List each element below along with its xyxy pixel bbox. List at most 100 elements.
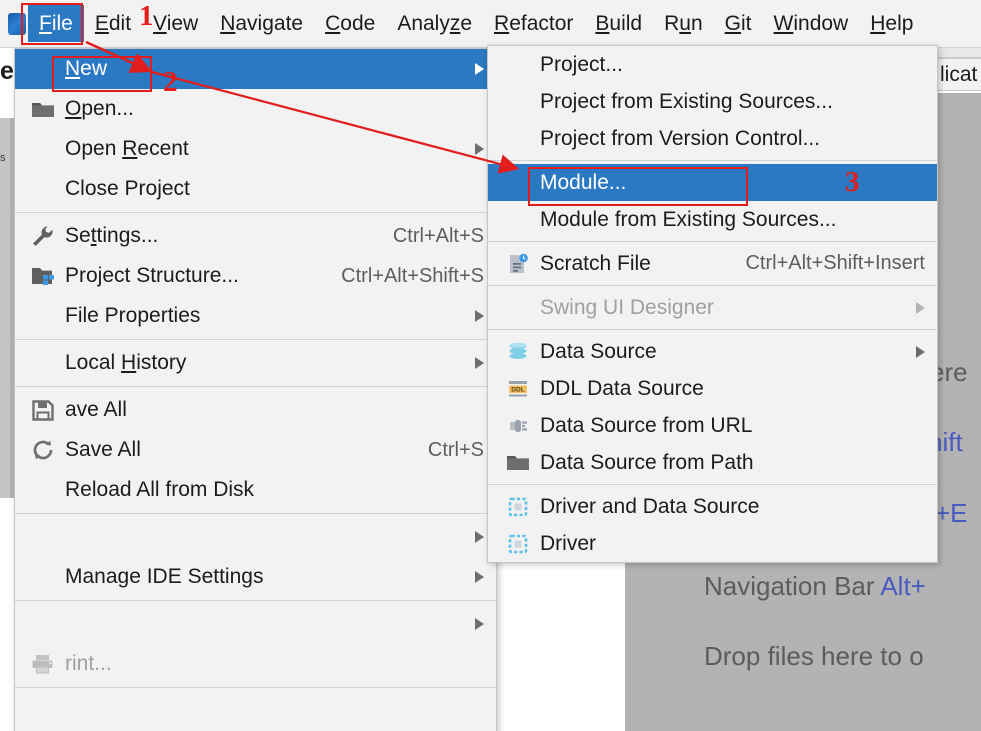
menu-item-reload-all-from-disk[interactable]: Save All Ctrl+S xyxy=(15,430,496,470)
menu-item-new-projects-settings[interactable]: Manage IDE Settings xyxy=(15,557,496,597)
submenu-item-project[interactable]: Project... xyxy=(488,46,937,83)
menu-separator xyxy=(15,600,496,601)
submenu-item-data-source-from-path-label: Data Source from Path xyxy=(540,450,754,474)
menu-item-invalidate-caches[interactable]: Reload All from Disk xyxy=(15,470,496,510)
submenu-item-project-from-version-control[interactable]: Project from Version Control... xyxy=(488,120,937,157)
menu-item-file-properties-icon xyxy=(29,304,57,328)
menubar-item-help-mnemonic: H xyxy=(870,11,886,35)
menu-item-new-icon xyxy=(29,57,57,81)
menubar-item-code[interactable]: Code xyxy=(314,5,386,42)
menu-separator xyxy=(488,160,937,161)
menu-item-local-history-icon xyxy=(29,351,57,375)
ddl-icon: DDL xyxy=(504,377,532,401)
menubar-item-window[interactable]: Window xyxy=(763,5,860,42)
chevron-right-icon xyxy=(475,531,484,543)
app-window: er s licat ere hift +E Navigation Bar Al… xyxy=(0,0,981,731)
menubar-item-run[interactable]: Run xyxy=(653,5,714,42)
menubar-item-build[interactable]: Build xyxy=(584,5,653,42)
menubar-item-file-mnemonic: F xyxy=(39,11,52,35)
submenu-item-driver-and-data-source-label: Driver and Data Source xyxy=(540,494,760,518)
menu-item-local-history-label: Local History xyxy=(65,351,187,374)
background-hint-navigation-bar: Navigation Bar Alt+ xyxy=(704,571,926,602)
menubar-item-edit-mnemonic: E xyxy=(94,11,109,35)
submenu-item-data-source-from-path[interactable]: Data Source from Path xyxy=(488,444,937,481)
menubar-item-navigate-mnemonic: N xyxy=(220,11,236,35)
menubar-item-refactor[interactable]: Refactor xyxy=(483,5,584,42)
menu-item-settings[interactable]: Settings... Ctrl+Alt+S xyxy=(15,216,496,256)
menu-item-manage-ide-settings-icon xyxy=(29,525,57,549)
file-menu-popup: New Open... Open Recent Close Project Se… xyxy=(14,48,497,731)
menu-item-open-recent-icon xyxy=(29,137,57,161)
submenu-item-module-icon xyxy=(504,171,532,195)
menu-item-project-structure[interactable]: Project Structure... Ctrl+Alt+Shift+S xyxy=(15,256,496,296)
svg-text:DDL: DDL xyxy=(511,386,525,393)
submenu-item-project-from-existing-sources-label: Project from Existing Sources... xyxy=(540,89,833,113)
menu-item-export-icon xyxy=(29,612,57,636)
background-hint-navigation-bar-shortcut: Alt+ xyxy=(874,571,926,601)
menu-item-local-history[interactable]: Local History xyxy=(15,343,496,383)
folder-icon xyxy=(504,451,532,475)
submenu-item-driver[interactable]: Driver xyxy=(488,525,937,562)
menu-item-new-projects-settings-label: Manage IDE Settings xyxy=(65,565,264,588)
new-submenu-popup: Project... Project from Existing Sources… xyxy=(487,45,938,563)
menu-item-new[interactable]: New xyxy=(15,49,496,89)
menu-item-power-save-mode-icon xyxy=(29,699,57,723)
menu-separator xyxy=(15,513,496,514)
chevron-right-icon xyxy=(916,345,925,358)
submenu-item-scratch-file[interactable]: Scratch File Ctrl+Alt+Shift+Insert xyxy=(488,245,937,282)
submenu-item-module[interactable]: Module... xyxy=(488,164,937,201)
submenu-item-project-from-version-control-label: Project from Version Control... xyxy=(540,126,821,150)
chevron-right-icon xyxy=(475,63,484,75)
menu-item-close-project[interactable]: Close Project xyxy=(15,169,496,209)
menu-item-file-properties[interactable]: File Properties xyxy=(15,296,496,336)
chevron-right-icon xyxy=(475,618,484,630)
menubar-item-analyze-mnemonic: z xyxy=(449,11,461,35)
menu-item-close-project-icon xyxy=(29,177,57,201)
menubar-item-edit[interactable]: Edit xyxy=(84,5,142,42)
menu-item-open-recent-mnemonic: R xyxy=(122,137,138,160)
menubar-item-navigate[interactable]: Navigate xyxy=(209,5,314,42)
submenu-item-driver-and-data-source[interactable]: Driver and Data Source xyxy=(488,488,937,525)
chevron-right-icon xyxy=(475,143,484,155)
menu-item-export[interactable] xyxy=(15,604,496,644)
menu-item-local-history-mnemonic: H xyxy=(121,351,137,374)
submenu-item-project-from-existing-sources[interactable]: Project from Existing Sources... xyxy=(488,83,937,120)
menu-item-power-save-mode[interactable] xyxy=(15,691,496,731)
menubar-item-file[interactable]: File xyxy=(28,4,84,43)
chevron-right-icon xyxy=(916,301,925,314)
menubar-item-view-mnemonic: V xyxy=(153,11,167,35)
background-left-tool-strip-inner xyxy=(0,118,10,498)
menu-item-manage-ide-settings[interactable] xyxy=(15,517,496,557)
submenu-item-module-from-existing-sources[interactable]: Module from Existing Sources... xyxy=(488,201,937,238)
folder-icon xyxy=(29,97,57,121)
submenu-item-data-source-from-url-label: Data Source from URL xyxy=(540,413,753,437)
menubar-item-help[interactable]: Help xyxy=(859,5,924,42)
menubar-item-view[interactable]: View xyxy=(142,5,209,42)
background-hint-navigation-bar-label: Navigation Bar xyxy=(704,571,875,601)
menubar-item-analyze[interactable]: Analyze xyxy=(386,5,483,42)
background-text-fragment-small: s xyxy=(0,152,6,164)
menu-item-open-recent[interactable]: Open Recent xyxy=(15,129,496,169)
submenu-item-ddl-data-source[interactable]: DDL DDL Data Source xyxy=(488,370,937,407)
submenu-item-data-source-from-url[interactable]: Data Source from URL xyxy=(488,407,937,444)
menubar-item-git[interactable]: Git xyxy=(714,5,763,42)
background-editor-tab[interactable]: licat xyxy=(936,58,981,91)
menu-item-file-properties-label: File Properties xyxy=(65,304,201,327)
submenu-item-data-source[interactable]: Data Source xyxy=(488,333,937,370)
submenu-item-project-label: Project... xyxy=(540,52,623,76)
menu-item-save-all-label: ave All xyxy=(65,398,127,421)
wrench-icon xyxy=(29,224,57,248)
background-tab-strip xyxy=(933,48,981,58)
submenu-item-project-icon xyxy=(504,53,532,77)
project-structure-icon xyxy=(29,264,57,288)
menu-item-settings-shortcut: Ctrl+Alt+S xyxy=(392,224,484,247)
menu-item-save-all[interactable]: ave All xyxy=(15,390,496,430)
menu-item-open-mnemonic: O xyxy=(65,97,82,120)
driver-icon xyxy=(504,495,532,519)
menu-separator xyxy=(15,386,496,387)
menu-item-reload-all-from-disk-shortcut: Ctrl+S xyxy=(427,438,484,461)
menu-item-open[interactable]: Open... xyxy=(15,89,496,129)
menu-separator xyxy=(488,285,937,286)
menubar-item-refactor-mnemonic: R xyxy=(494,11,510,35)
menu-item-invalidate-caches-label: Reload All from Disk xyxy=(65,478,255,501)
